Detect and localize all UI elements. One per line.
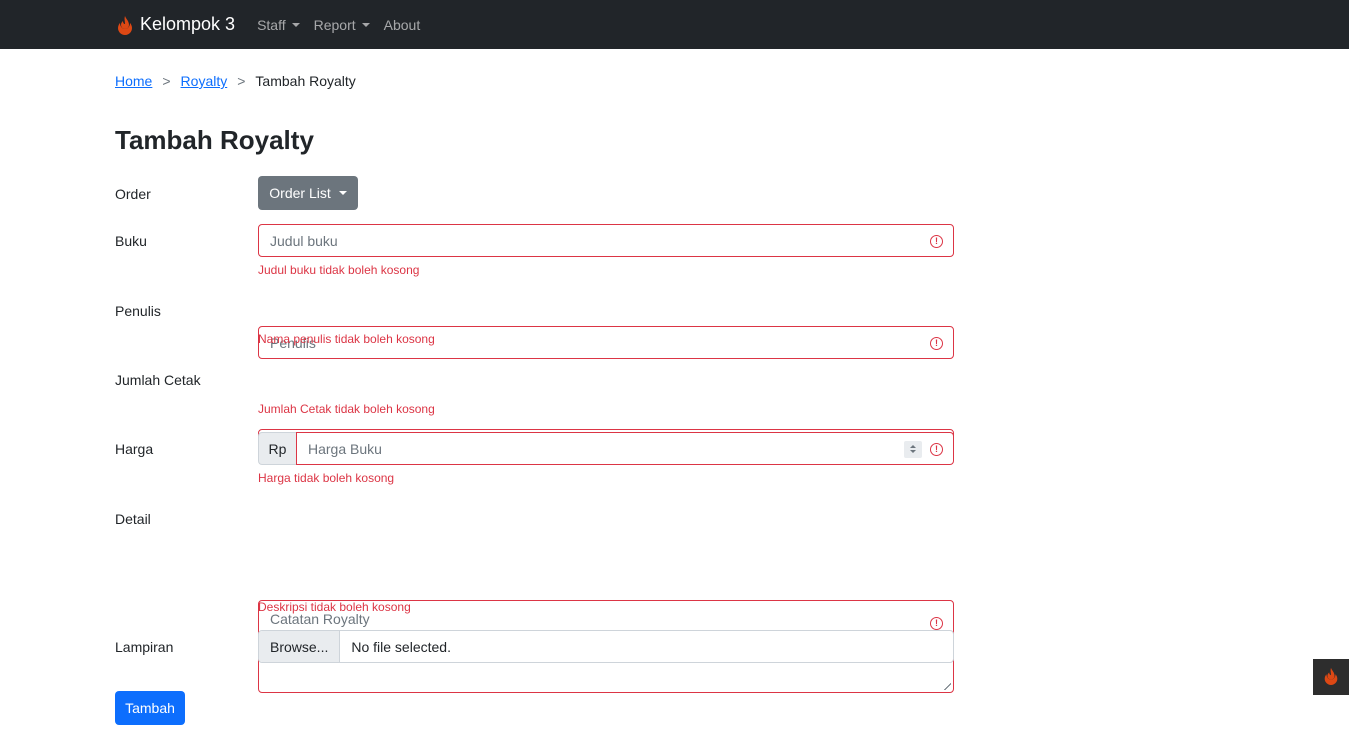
spin-up-icon[interactable] [910,445,916,448]
harga-label: Harga [115,441,154,457]
browse-button[interactable]: Browse... [259,631,341,662]
exclamation-circle-icon: ! [930,234,943,248]
caret-down-icon [291,22,300,27]
spin-down-icon[interactable] [910,450,916,453]
nav-report[interactable]: Report [314,17,370,33]
nav-about[interactable]: About [384,17,421,33]
lampiran-label: Lampiran [115,639,174,655]
nav-report-label: Report [313,16,356,33]
brand-link[interactable]: Kelompok 3 [115,14,235,35]
jumlah-cetak-error: Jumlah Cetak tidak boleh kosong [258,402,435,416]
nav-staff[interactable]: Staff [257,17,300,33]
harga-error: Harga tidak boleh kosong [258,471,395,485]
flame-icon [115,15,135,35]
codeigniter-flame-icon [1322,667,1340,688]
breadcrumb-royalty[interactable]: Royalty [181,73,228,89]
detail-error: Deskripsi tidak boleh kosong [258,600,411,614]
buku-error: Judul buku tidak boleh kosong [258,263,420,277]
breadcrumb-current: Tambah Royalty [255,73,356,89]
debug-toolbar-toggle[interactable] [1313,659,1349,695]
order-list-label: Order List [269,185,331,201]
nav-about-label: About [383,16,421,33]
navbar: Kelompok 3 Staff Report About [0,0,1349,49]
detail-label: Detail [115,511,151,527]
order-list-button[interactable]: Order List [258,176,358,210]
number-spinner[interactable] [904,440,922,458]
harga-field: ! [296,432,954,465]
harga-input-group: Rp ! [258,432,954,465]
page-title: Tambah Royalty [115,125,314,155]
breadcrumb-home[interactable]: Home [115,73,152,89]
exclamation-circle-icon: ! [930,617,943,630]
breadcrumb-separator: > [237,73,246,89]
exclamation-circle-icon: ! [930,442,943,456]
currency-prefix: Rp [258,432,296,465]
exclamation-circle-icon: ! [930,336,943,350]
brand-name: Kelompok 3 [140,14,236,34]
caret-down-icon [361,22,370,27]
buku-field: ! [258,224,954,257]
main-container: Home > Royalty > Tambah Royalty Tambah R… [115,49,955,725]
breadcrumb-separator: > [162,73,171,89]
tambah-button[interactable]: Tambah [115,691,185,725]
caret-down-icon [338,191,347,195]
order-label: Order [115,186,151,202]
file-status: No file selected. [351,638,451,655]
breadcrumb: Home > Royalty > Tambah Royalty [115,73,356,89]
penulis-error: Nama penulis tidak boleh kosong [258,332,435,346]
jumlah-cetak-label: Jumlah Cetak [115,372,201,388]
penulis-label: Penulis [115,303,161,319]
nav-staff-label: Staff [257,16,286,33]
buku-input[interactable] [270,232,953,249]
buku-label: Buku [115,233,147,249]
lampiran-file-input[interactable]: Browse... No file selected. [258,630,954,663]
harga-input[interactable] [308,440,953,457]
